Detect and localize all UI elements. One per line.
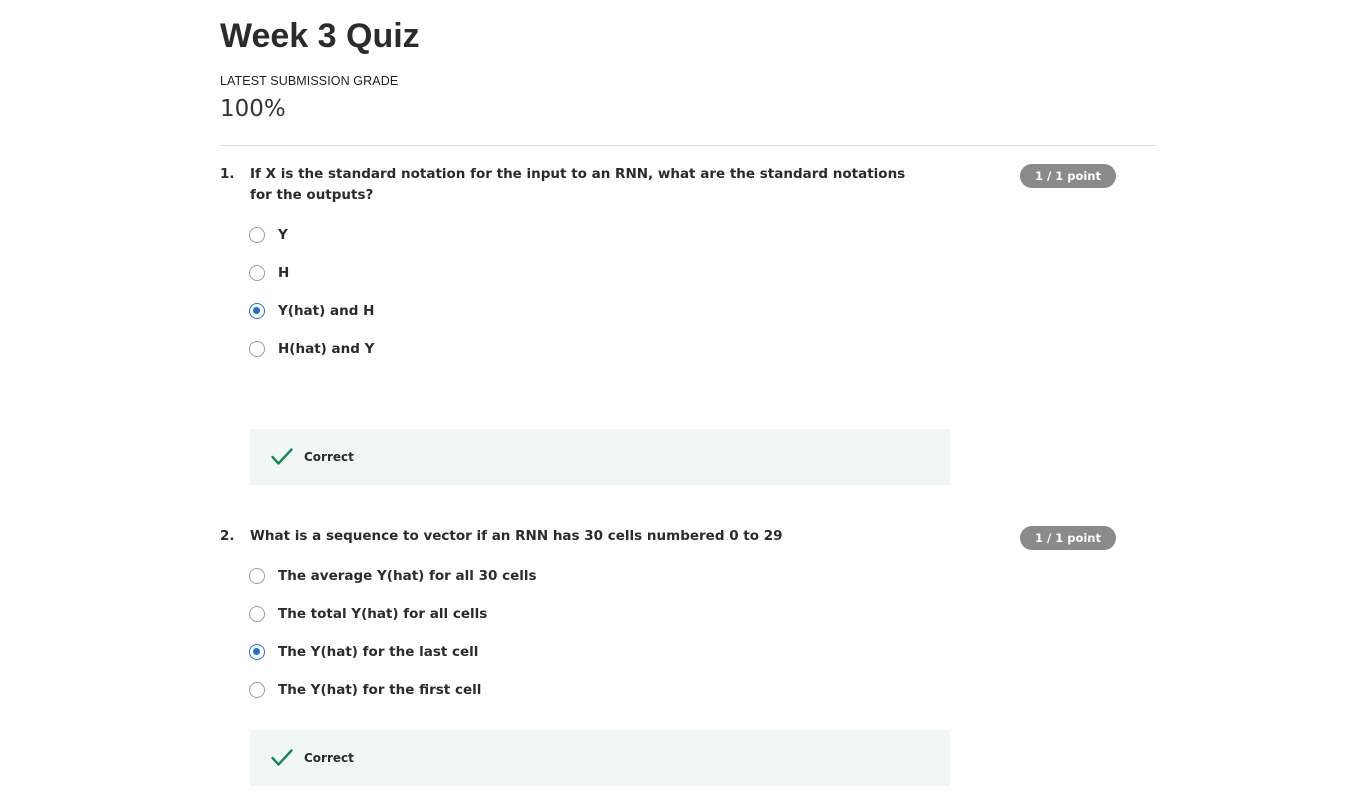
answer-option[interactable]: H(hat) and Y	[249, 338, 374, 360]
feedback-panel: Correct	[250, 429, 950, 485]
points-badge: 1 / 1 point	[1020, 164, 1116, 188]
question-number: 2.	[220, 528, 235, 544]
checkmark-icon	[271, 448, 293, 465]
radio-button[interactable]	[249, 568, 265, 584]
radio-button-selected[interactable]	[249, 303, 265, 319]
answer-option[interactable]: The Y(hat) for the last cell	[249, 641, 478, 663]
quiz-page: Week 3 Quiz LATEST SUBMISSION GRADE 100%…	[0, 0, 1345, 799]
header-divider	[220, 145, 1156, 146]
radio-button[interactable]	[249, 227, 265, 243]
feedback-text: Correct	[304, 450, 354, 464]
answer-option-label: The Y(hat) for the last cell	[278, 644, 479, 660]
radio-button-selected[interactable]	[249, 644, 265, 660]
question-text: What is a sequence to vector if an RNN h…	[250, 528, 783, 544]
answer-option-label: Y	[278, 227, 288, 243]
feedback-text: Correct	[304, 751, 354, 765]
answer-option-label: The Y(hat) for the first cell	[278, 682, 482, 698]
answer-option-label: The average Y(hat) for all 30 cells	[278, 568, 537, 584]
question-text: If X is the standard notation for the in…	[250, 166, 906, 203]
answer-option[interactable]: The average Y(hat) for all 30 cells	[249, 565, 537, 587]
answer-option-label: The total Y(hat) for all cells	[278, 606, 488, 622]
answer-option-label: H(hat) and Y	[278, 341, 375, 357]
grade-label: LATEST SUBMISSION GRADE	[220, 74, 399, 88]
radio-button[interactable]	[249, 606, 265, 622]
checkmark-icon	[271, 749, 293, 766]
feedback-panel: Correct	[250, 730, 950, 786]
radio-button[interactable]	[249, 265, 265, 281]
answer-option[interactable]: Y(hat) and H	[249, 300, 374, 322]
answer-option[interactable]: The Y(hat) for the first cell	[249, 679, 481, 701]
answer-option[interactable]: H	[249, 262, 289, 284]
grade-value: 100%	[220, 96, 286, 122]
points-badge: 1 / 1 point	[1020, 526, 1116, 550]
answer-option[interactable]: Y	[249, 224, 288, 246]
question-number: 1.	[220, 166, 235, 182]
answer-option-label: Y(hat) and H	[278, 303, 375, 319]
radio-button[interactable]	[249, 341, 265, 357]
radio-button[interactable]	[249, 682, 265, 698]
answer-option-label: H	[278, 265, 290, 281]
page-title: Week 3 Quiz	[220, 17, 420, 55]
answer-option[interactable]: The total Y(hat) for all cells	[249, 603, 487, 625]
